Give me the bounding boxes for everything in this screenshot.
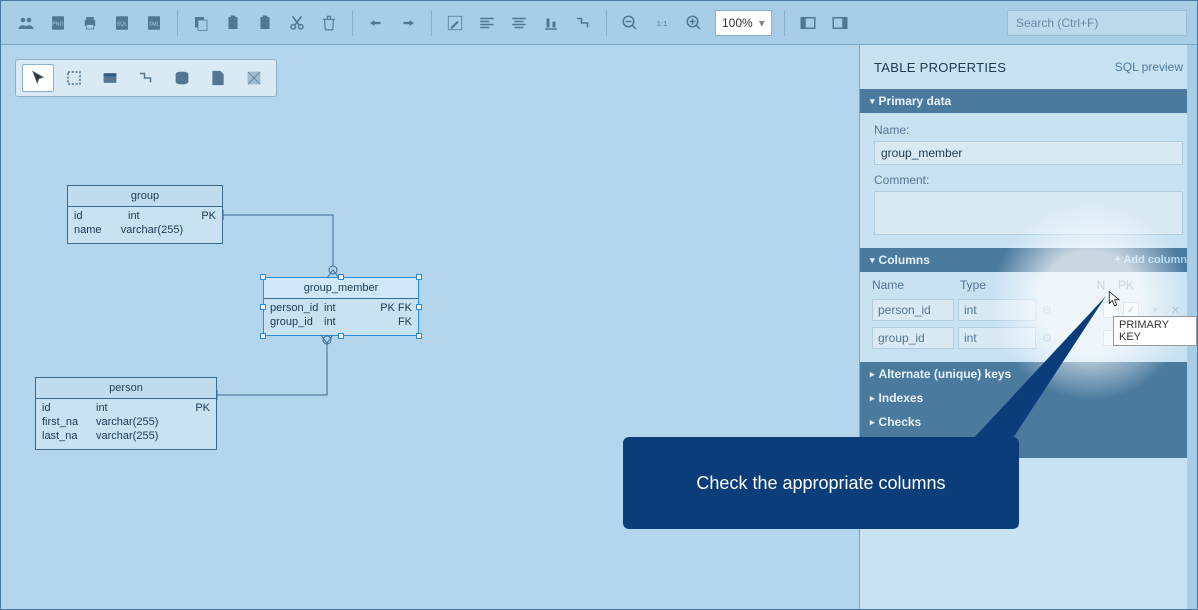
redo-icon[interactable] — [393, 8, 423, 38]
collapse-icon: ▾ — [870, 255, 875, 266]
edit-icon[interactable] — [440, 8, 470, 38]
connector-group — [223, 210, 343, 290]
relation-tool[interactable] — [130, 64, 162, 92]
callout-text: Check the appropriate columns — [696, 473, 945, 494]
delete-icon[interactable] — [314, 8, 344, 38]
search-input[interactable]: Search (Ctrl+F) — [1007, 10, 1187, 36]
comment-label: Comment: — [874, 173, 1183, 187]
er-table-person[interactable]: person idintPK first_navarchar(255) last… — [35, 377, 217, 450]
expand-icon: ▸ — [870, 393, 875, 404]
align-left-icon[interactable] — [472, 8, 502, 38]
svg-text:XML: XML — [149, 21, 160, 27]
canvas-toolbar — [15, 59, 277, 97]
col-header-name: Name — [872, 278, 960, 292]
expand-icon: ▸ — [870, 369, 875, 380]
xml-export-icon[interactable]: XML — [139, 8, 169, 38]
tooltip: PRIMARY KEY — [1113, 316, 1197, 346]
column-name-input[interactable] — [872, 299, 954, 321]
print-icon[interactable] — [75, 8, 105, 38]
region-tool[interactable] — [238, 64, 270, 92]
col-header-pk: PK — [1113, 278, 1139, 292]
dropdown-icon[interactable]: ▾ — [1153, 305, 1167, 316]
users-icon[interactable] — [11, 8, 41, 38]
col-header-n: N — [1089, 278, 1113, 292]
zoom-in-icon[interactable] — [679, 8, 709, 38]
gear-icon[interactable]: ⚙ — [1040, 331, 1054, 345]
column-type-input[interactable] — [958, 299, 1036, 321]
cut-icon[interactable] — [282, 8, 312, 38]
zoom-value: 100% — [722, 16, 753, 30]
connector-icon[interactable] — [568, 8, 598, 38]
instruction-callout: Check the appropriate columns — [623, 437, 1019, 529]
view-tool[interactable] — [166, 64, 198, 92]
connector-person — [217, 335, 337, 415]
pointer-tool[interactable] — [22, 64, 54, 92]
clipboard-icon[interactable] — [250, 8, 280, 38]
panel-title: TABLE PROPERTIES — [874, 60, 1006, 75]
collapse-icon: ▾ — [870, 96, 875, 107]
svg-text:SQL: SQL — [117, 21, 128, 27]
section-checks[interactable]: ▸Checks — [860, 410, 1197, 434]
tooltip-text: PRIMARY KEY — [1119, 319, 1169, 343]
gear-icon[interactable]: ⚙ — [1040, 303, 1054, 317]
copy-icon[interactable] — [186, 8, 216, 38]
align-center-icon[interactable] — [504, 8, 534, 38]
er-table-title: person — [36, 378, 216, 399]
svg-text:1:1: 1:1 — [657, 19, 667, 28]
sql-preview-link[interactable]: SQL preview — [1115, 60, 1183, 74]
expand-icon: ▸ — [870, 417, 875, 428]
table-tool[interactable] — [94, 64, 126, 92]
er-table-title: group — [68, 186, 222, 207]
column-name-input[interactable] — [872, 327, 954, 349]
section-alternate-keys[interactable]: ▸Alternate (unique) keys — [860, 362, 1197, 386]
section-primary-data[interactable]: ▾Primary data — [860, 89, 1197, 113]
sql-export-icon[interactable]: SQL — [107, 8, 137, 38]
svg-text:PNG: PNG — [52, 21, 63, 27]
note-tool[interactable] — [202, 64, 234, 92]
col-header-type: Type — [960, 278, 1046, 292]
main-toolbar: PNG SQL XML 1:1 100%▾ Search (Ctrl+F) — [1, 1, 1197, 45]
name-label: Name: — [874, 123, 1183, 137]
align-bottom-icon[interactable] — [536, 8, 566, 38]
paste-icon[interactable] — [218, 8, 248, 38]
zoom-reset-icon[interactable]: 1:1 — [647, 8, 677, 38]
section-columns[interactable]: ▾Columns+ Add column — [860, 248, 1197, 272]
column-type-input[interactable] — [958, 327, 1036, 349]
comment-textarea[interactable] — [874, 191, 1183, 235]
table-name-input[interactable] — [874, 141, 1183, 165]
panel-left-icon[interactable] — [793, 8, 823, 38]
marquee-tool[interactable] — [58, 64, 90, 92]
section-indexes[interactable]: ▸Indexes — [860, 386, 1197, 410]
add-column-link[interactable]: + Add column — [1114, 254, 1187, 266]
delete-icon[interactable]: ✕ — [1171, 304, 1185, 317]
undo-icon[interactable] — [361, 8, 391, 38]
zoom-out-icon[interactable] — [615, 8, 645, 38]
zoom-select[interactable]: 100%▾ — [715, 10, 772, 36]
er-table-group[interactable]: group idintPK namevarchar(255) — [67, 185, 223, 244]
png-export-icon[interactable]: PNG — [43, 8, 73, 38]
panel-right-icon[interactable] — [825, 8, 855, 38]
